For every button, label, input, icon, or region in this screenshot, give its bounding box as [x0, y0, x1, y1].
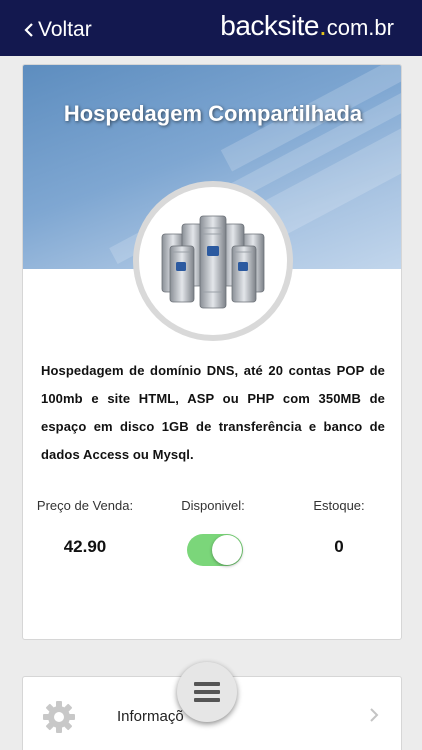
server-cluster-icon	[161, 215, 265, 309]
chevron-left-icon	[24, 23, 33, 37]
product-title: Hospedagem Compartilhada	[63, 101, 363, 126]
available-label: Disponivel:	[181, 498, 245, 513]
stock-label: Estoque:	[313, 498, 365, 513]
price-value: 42.90	[63, 537, 107, 556]
product-card: Hospedagem Compartilhada Hospedagem de d…	[22, 64, 402, 640]
product-description: Hospedagem de domínio DNS, até 20 contas…	[41, 363, 385, 462]
menu-icon	[194, 682, 220, 702]
brand-name: backsite	[220, 10, 319, 41]
brand-logo: backsite . com.br	[220, 10, 394, 42]
brand-tld: com.br	[326, 15, 394, 40]
back-label: Voltar	[38, 18, 92, 41]
info-label: Informaçõ	[117, 708, 184, 725]
brand-dot: .	[318, 10, 327, 41]
top-bar: Voltar backsite . com.br	[0, 0, 422, 56]
back-button[interactable]: Voltar	[24, 18, 92, 42]
price-label: Preço de Venda:	[36, 498, 134, 513]
gear-icon	[43, 701, 75, 733]
availability-toggle[interactable]	[187, 534, 243, 566]
menu-button[interactable]	[177, 662, 237, 722]
product-image	[133, 181, 293, 341]
chevron-right-icon	[370, 708, 379, 722]
stock-value: 0	[334, 537, 344, 556]
toggle-knob	[212, 535, 242, 565]
